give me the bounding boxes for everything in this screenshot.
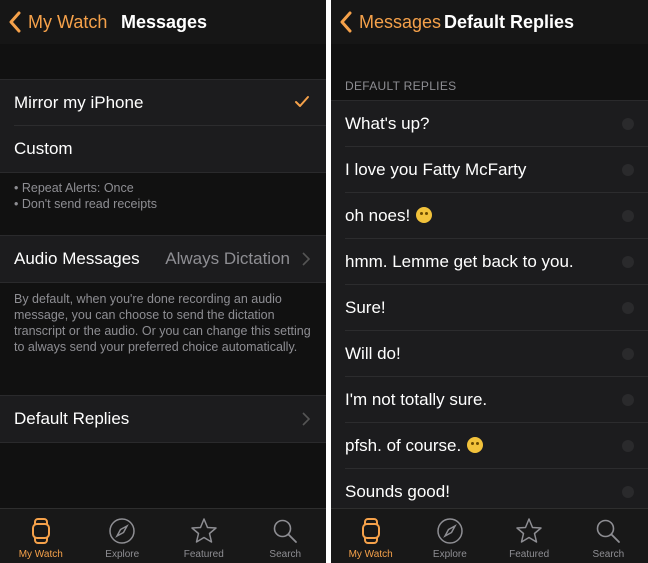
reorder-handle[interactable] [622,118,634,130]
default-replies-screen: Messages Default Replies DEFAULT REPLIES… [331,0,648,563]
reply-text: I love you Fatty McFarty [345,160,527,179]
tab-featured[interactable]: Featured [490,509,569,563]
replies-list: What's up? I love you Fatty McFarty oh n… [331,100,648,515]
reply-text: I'm not totally sure. [345,390,488,409]
note-repeat-alerts: • Repeat Alerts: Once [14,181,134,195]
audio-messages-label: Audio Messages [14,249,140,268]
audio-messages-group: Audio Messages Always Dictation [0,235,326,283]
tab-my-watch[interactable]: My Watch [331,509,410,563]
sad-face-emoji-icon [416,207,433,223]
reorder-handle[interactable] [622,164,634,176]
option-mirror-my-iphone[interactable]: Mirror my iPhone [0,80,326,126]
reply-row[interactable]: I'm not totally sure. [331,377,648,423]
tab-featured[interactable]: Featured [163,509,245,563]
reorder-handle[interactable] [622,256,634,268]
reply-row[interactable]: hmm. Lemme get back to you. [331,239,648,285]
audio-messages-note: By default, when you're done recording a… [14,292,311,354]
reorder-handle[interactable] [622,486,634,498]
tab-label: Search [592,549,625,560]
tab-label: My Watch [18,549,63,560]
option-label: Custom [14,139,73,158]
tab-label: Explore [432,549,467,560]
tab-label: Explore [105,549,140,560]
reply-row[interactable]: Sure! [331,285,648,331]
reply-row[interactable]: What's up? [331,101,648,147]
chevron-right-icon [302,252,310,266]
reply-text: hmm. Lemme get back to you. [345,252,574,271]
back-button-messages[interactable]: Messages [339,9,441,35]
smirk-face-emoji-icon [467,437,484,453]
tab-bar: My Watch Explore Featured Search [331,508,648,563]
tab-label: Search [269,549,302,560]
reply-text: Sure! [345,298,386,317]
reply-text: What's up? [345,114,430,133]
star-icon [191,518,217,543]
watch-icon [31,518,50,544]
compass-icon [437,518,463,544]
reorder-handle[interactable] [622,302,634,314]
reply-row[interactable]: pfsh. of course. [331,423,648,469]
tab-label: Featured [183,549,224,560]
mirror-notes: • Repeat Alerts: Once • Don't send read … [14,180,312,212]
watch-icon [361,518,380,544]
tab-label: Featured [509,549,550,560]
option-label: Mirror my iPhone [14,93,144,112]
option-custom[interactable]: Custom [0,126,326,172]
messages-screen: My Watch Messages Mirror my iPhone Custo… [0,0,326,563]
tab-search[interactable]: Search [569,509,648,563]
reply-row[interactable]: Will do! [331,331,648,377]
tab-my-watch[interactable]: My Watch [0,509,82,563]
audio-messages-value: Always Dictation [165,249,290,268]
reply-row[interactable]: oh noes! [331,193,648,239]
tab-search[interactable]: Search [245,509,327,563]
reorder-handle[interactable] [622,348,634,360]
star-icon [516,518,542,543]
compass-icon [109,518,135,544]
search-icon [273,519,298,543]
page-title: Messages [121,12,208,32]
reply-text: Will do! [345,344,401,363]
audio-messages-row[interactable]: Audio Messages Always Dictation [0,236,326,282]
page-title: Default Replies [444,12,575,32]
reply-row[interactable]: I love you Fatty McFarty [331,147,648,193]
tab-bar: My Watch Explore Featured Search [0,508,326,563]
checkmark-icon [295,96,309,107]
default-replies-label: Default Replies [14,409,130,428]
chevron-left-icon [9,11,21,33]
tab-explore[interactable]: Explore [410,509,489,563]
default-replies-group: Default Replies [0,395,326,443]
tab-label: My Watch [348,549,393,560]
reorder-handle[interactable] [622,440,634,452]
back-button-label: Messages [359,11,442,32]
mirror-options-group: Mirror my iPhone Custom [0,79,326,173]
back-button-my-watch[interactable]: My Watch [8,9,107,35]
default-replies-row[interactable]: Default Replies [0,396,326,442]
reply-text: oh noes! [345,206,433,226]
reorder-handle[interactable] [622,394,634,406]
section-header: DEFAULT REPLIES [345,79,457,93]
reply-text: pfsh. of course. [345,436,484,456]
chevron-right-icon [302,412,310,426]
back-button-label: My Watch [28,11,108,32]
navigation-bar: My Watch Messages [0,0,326,44]
note-read-receipts: • Don't send read receipts [14,197,157,211]
chevron-left-icon [340,11,352,33]
reorder-handle[interactable] [622,210,634,222]
navigation-bar: Messages Default Replies [331,0,648,44]
search-icon [597,519,621,543]
tab-explore[interactable]: Explore [82,509,164,563]
reply-text: Sounds good! [345,482,450,501]
